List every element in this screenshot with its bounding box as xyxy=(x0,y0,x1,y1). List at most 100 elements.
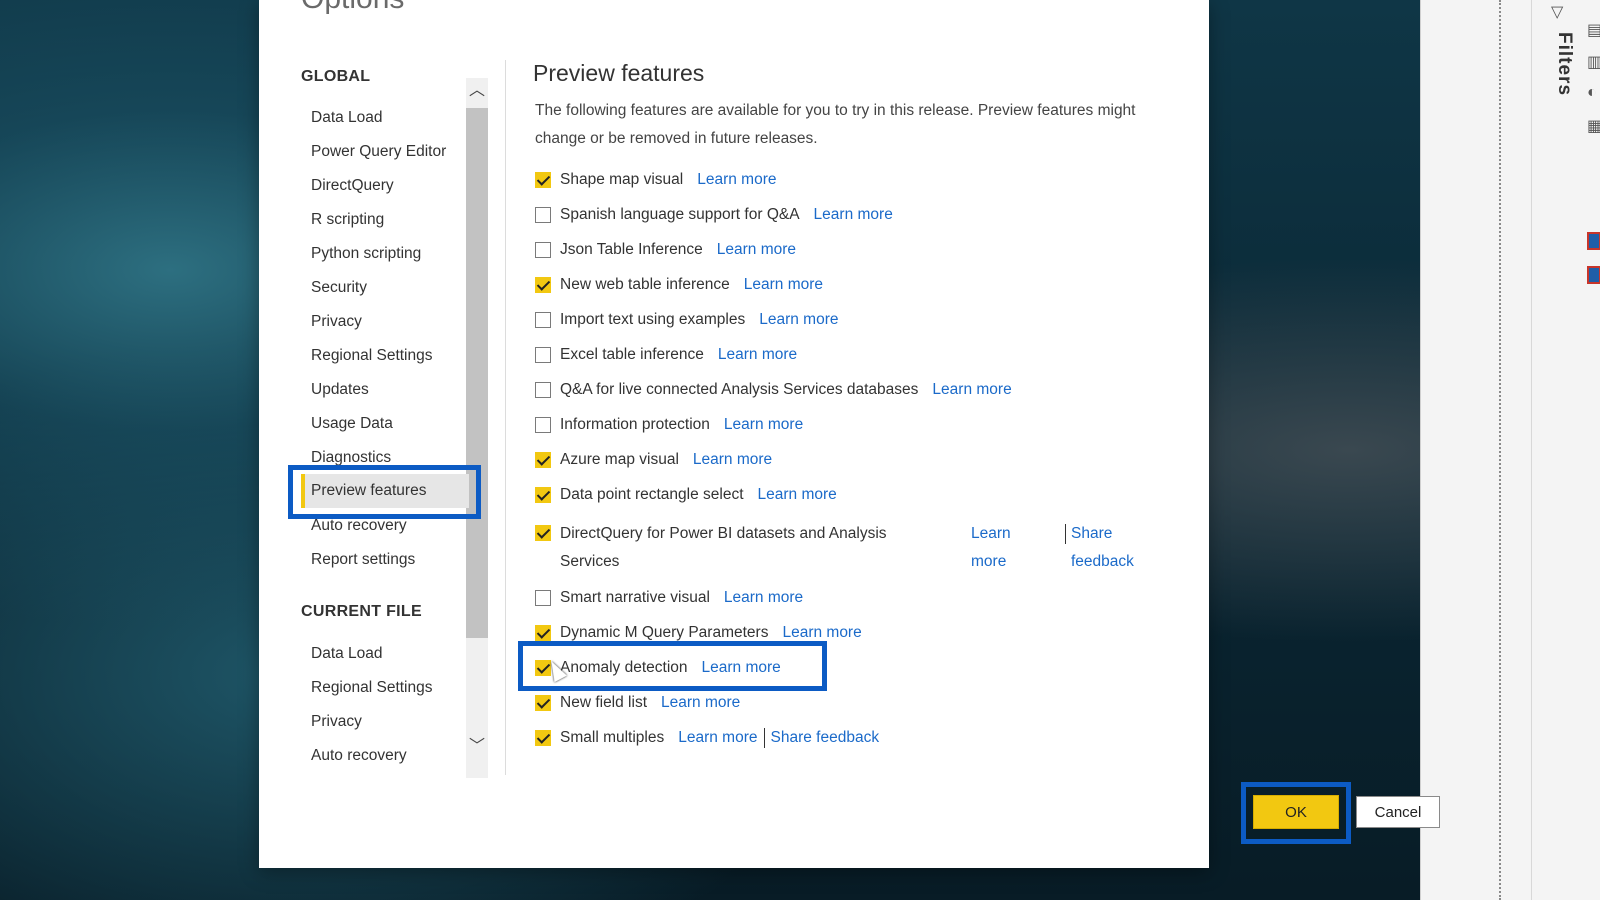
feature-label: Json Table Inference xyxy=(560,241,703,258)
feature-checkbox[interactable] xyxy=(535,525,551,541)
scroll-down-icon[interactable]: ﹀ xyxy=(466,734,488,760)
learn-more-link[interactable]: Learn more xyxy=(718,346,797,364)
panel-description: The following features are available for… xyxy=(535,102,1136,147)
feature-row-directquery-power-bi-datasets: DirectQuery for Power BI datasets and An… xyxy=(535,520,1145,578)
feature-checkbox[interactable] xyxy=(535,487,551,503)
sidebar-item-updates[interactable]: Updates xyxy=(311,378,369,402)
learn-more-link[interactable]: Learn more xyxy=(693,451,772,469)
filter-icon[interactable]: ▽ xyxy=(1551,2,1563,22)
sidebar-item-python-scripting[interactable]: Python scripting xyxy=(311,242,421,266)
feature-row-data-point-rectangle-select: Data point rectangle select Learn more xyxy=(535,482,837,508)
learn-more-link[interactable]: Learn more xyxy=(758,486,837,504)
learn-more-link[interactable]: Learn more xyxy=(814,206,893,224)
pane-separator xyxy=(1531,0,1532,900)
learn-more-link[interactable]: Learn more xyxy=(717,241,796,259)
feature-row-qa-live-connected: Q&A for live connected Analysis Services… xyxy=(535,377,1012,403)
feature-label: New web table inference xyxy=(560,276,730,293)
filters-pane: Filters ▽ ▤ ▥ ◐ ▦ xyxy=(1420,0,1600,900)
panel-heading: Preview features xyxy=(533,60,705,86)
feature-checkbox[interactable] xyxy=(535,277,551,293)
feature-row-new-web-table-inference: New web table inference Learn more xyxy=(535,272,823,298)
options-sidebar: ︿ ﹀ GLOBAL Data Load Power Query Editor … xyxy=(259,58,494,778)
feature-label: Information protection xyxy=(560,416,710,433)
sidebar-item-current-regional-settings[interactable]: Regional Settings xyxy=(311,676,433,700)
options-dialog: Options ︿ ﹀ GLOBAL Data Load Power Query… xyxy=(259,0,1440,868)
feature-label: Shape map visual xyxy=(560,171,684,188)
feature-checkbox[interactable] xyxy=(535,590,551,606)
learn-more-link[interactable]: Learn more xyxy=(744,276,823,294)
visual-icon[interactable] xyxy=(1587,232,1600,250)
feature-row-small-multiples: Small multiples Learn more Share feedbac… xyxy=(535,725,879,751)
visual-icon[interactable] xyxy=(1587,266,1600,284)
learn-more-link[interactable]: Learn more xyxy=(724,416,803,434)
sidebar-separator xyxy=(505,60,506,775)
sidebar-item-regional-settings[interactable]: Regional Settings xyxy=(311,344,433,368)
feature-row-json-table-inference: Json Table Inference Learn more xyxy=(535,237,796,263)
globe-icon[interactable]: ◐ xyxy=(1587,84,1597,102)
learn-more-link[interactable]: Learn more xyxy=(661,694,740,712)
sidebar-item-report-settings[interactable]: Report settings xyxy=(311,548,415,572)
learn-more-link[interactable]: Learn more xyxy=(678,729,757,747)
global-section-heading: GLOBAL xyxy=(301,68,371,85)
feature-checkbox[interactable] xyxy=(535,695,551,711)
feature-label: Small multiples xyxy=(560,729,665,746)
feature-checkbox[interactable] xyxy=(535,625,551,641)
feature-row-information-protection: Information protection Learn more xyxy=(535,412,803,438)
sidebar-item-directquery[interactable]: DirectQuery xyxy=(311,174,394,198)
feature-checkbox[interactable] xyxy=(535,347,551,363)
feature-label: Dynamic M Query Parameters xyxy=(560,624,769,641)
feature-row-new-field-list: New field list Learn more xyxy=(535,690,740,716)
scroll-up-icon[interactable]: ︿ xyxy=(466,78,488,104)
ok-button[interactable]: OK xyxy=(1253,795,1339,829)
learn-more-link[interactable]: Learn more xyxy=(697,171,776,189)
feature-row-azure-map-visual: Azure map visual Learn more xyxy=(535,447,772,473)
feature-checkbox[interactable] xyxy=(535,172,551,188)
sidebar-item-power-query-editor[interactable]: Power Query Editor xyxy=(311,140,446,164)
learn-more-link[interactable]: Learn more xyxy=(782,624,861,642)
feature-label: Import text using examples xyxy=(560,311,746,328)
sidebar-item-data-load[interactable]: Data Load xyxy=(311,106,383,130)
sidebar-item-privacy[interactable]: Privacy xyxy=(311,310,362,334)
table-icon[interactable]: ▦ xyxy=(1587,116,1600,136)
learn-more-link[interactable]: Learn more xyxy=(759,311,838,329)
sidebar-item-security[interactable]: Security xyxy=(311,276,367,300)
feature-label: New field list xyxy=(560,694,647,711)
bar-chart-icon[interactable]: ▥ xyxy=(1587,52,1600,72)
feature-checkbox[interactable] xyxy=(535,730,551,746)
pane-divider[interactable] xyxy=(1499,0,1501,900)
sidebar-item-current-data-load[interactable]: Data Load xyxy=(311,642,383,666)
feature-label: DirectQuery for Power BI datasets and An… xyxy=(560,525,887,570)
feature-row-smart-narrative-visual: Smart narrative visual Learn more xyxy=(535,585,803,611)
chart-icon[interactable]: ▤ xyxy=(1587,20,1600,40)
current-file-section-heading: CURRENT FILE xyxy=(301,603,422,620)
feature-row-shape-map-visual: Shape map visual Learn more xyxy=(535,167,776,193)
feature-checkbox[interactable] xyxy=(535,312,551,328)
feature-label: Data point rectangle select xyxy=(560,486,744,503)
sidebar-item-current-privacy[interactable]: Privacy xyxy=(311,710,362,734)
sidebar-item-current-auto-recovery[interactable]: Auto recovery xyxy=(311,744,407,768)
share-feedback-link[interactable]: Share feedback xyxy=(771,729,880,747)
anomaly-detection-highlight xyxy=(518,641,827,691)
feature-checkbox[interactable] xyxy=(535,207,551,223)
feature-row-import-text-using-examples: Import text using examples Learn more xyxy=(535,307,839,333)
feature-label: Excel table inference xyxy=(560,346,704,363)
learn-more-link[interactable]: Learn more xyxy=(932,381,1011,399)
cancel-button[interactable]: Cancel xyxy=(1356,796,1440,828)
sidebar-scrollbar-thumb[interactable] xyxy=(466,108,488,638)
feature-row-spanish-language-support: Spanish language support for Q&A Learn m… xyxy=(535,202,893,228)
feature-checkbox[interactable] xyxy=(535,417,551,433)
feature-checkbox[interactable] xyxy=(535,242,551,258)
filters-pane-title[interactable]: Filters xyxy=(1553,32,1575,96)
sidebar-item-usage-data[interactable]: Usage Data xyxy=(311,412,393,436)
preview-features-panel: Preview features The following features … xyxy=(518,0,1440,868)
feature-checkbox[interactable] xyxy=(535,382,551,398)
sidebar-item-r-scripting[interactable]: R scripting xyxy=(311,208,384,232)
feature-label: Spanish language support for Q&A xyxy=(560,206,800,223)
learn-more-link[interactable]: Learn more xyxy=(971,520,1031,576)
learn-more-link[interactable]: Learn more xyxy=(724,589,803,607)
feature-checkbox[interactable] xyxy=(535,452,551,468)
feature-label: Smart narrative visual xyxy=(560,589,710,606)
feature-label: Azure map visual xyxy=(560,451,679,468)
link-separator xyxy=(763,728,765,748)
share-feedback-link[interactable]: Share feedback xyxy=(1065,520,1155,576)
